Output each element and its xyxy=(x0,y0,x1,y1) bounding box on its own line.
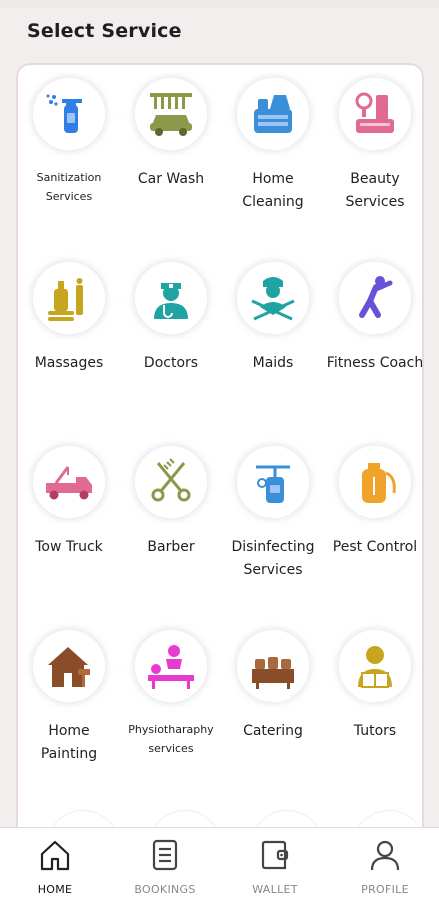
bookings-icon xyxy=(152,839,178,871)
service-barber[interactable]: Barber xyxy=(120,433,222,613)
spray-bottle-icon xyxy=(32,77,106,151)
nav-bookings-label: BOOKINGS xyxy=(134,883,196,896)
sprayer-icon xyxy=(236,445,310,519)
nav-home[interactable]: HOME xyxy=(0,828,110,901)
fitness-icon xyxy=(338,261,412,335)
service-catering[interactable]: Catering xyxy=(222,617,324,797)
page-title: Select Service xyxy=(27,20,182,42)
car-wash-icon xyxy=(134,77,208,151)
service-label: Doctors xyxy=(143,355,199,371)
service-home-painting[interactable]: Home Painting xyxy=(18,617,120,797)
bottom-navigation: HOME BOOKINGS WALLET PROFILE xyxy=(0,827,439,901)
service-label: Barber xyxy=(147,539,195,555)
cleaning-supplies-icon xyxy=(236,77,310,151)
service-label: Pest Control xyxy=(332,539,418,555)
status-bar-band xyxy=(0,0,439,8)
service-label: Tutors xyxy=(353,723,397,739)
service-sanitization[interactable]: Sanitization Services xyxy=(18,65,120,245)
tutor-icon xyxy=(338,629,412,703)
services-card: Sanitization Services Car Wash Home Clea… xyxy=(16,63,424,863)
nav-profile[interactable]: PROFILE xyxy=(330,828,439,901)
profile-icon xyxy=(370,840,400,871)
makeup-icon xyxy=(338,77,412,151)
physiotherapy-icon xyxy=(134,629,208,703)
service-pest-control[interactable]: Pest Control xyxy=(324,433,422,613)
tow-truck-icon xyxy=(32,445,106,519)
service-label: Home Painting xyxy=(40,723,98,762)
service-label: Catering xyxy=(243,723,303,739)
nav-profile-label: PROFILE xyxy=(361,883,409,896)
service-label: Maids xyxy=(252,355,294,371)
paint-house-icon xyxy=(32,629,106,703)
massage-oil-icon xyxy=(32,261,106,335)
nav-home-label: HOME xyxy=(37,883,73,896)
maid-icon xyxy=(236,261,310,335)
service-physiotherapy[interactable]: Physiotharaphy services xyxy=(120,617,222,797)
service-label: Physiotharaphy services xyxy=(128,723,214,755)
wallet-icon xyxy=(261,840,289,870)
service-home-cleaning[interactable]: Home Cleaning xyxy=(222,65,324,245)
service-label: Tow Truck xyxy=(35,539,103,555)
service-fitness[interactable]: Fitness Coach xyxy=(324,249,424,429)
service-tutors[interactable]: Tutors xyxy=(324,617,422,797)
service-label: Car Wash xyxy=(137,171,205,187)
service-car-wash[interactable]: Car Wash xyxy=(120,65,222,245)
service-beauty[interactable]: Beauty Services xyxy=(324,65,422,245)
catering-icon xyxy=(236,629,310,703)
scissors-comb-icon xyxy=(134,445,208,519)
doctor-icon xyxy=(134,261,208,335)
nav-wallet[interactable]: WALLET xyxy=(220,828,330,901)
service-label: Disinfecting Services xyxy=(231,539,315,578)
service-massages[interactable]: Massages xyxy=(18,249,120,429)
pest-sprayer-icon xyxy=(338,445,412,519)
service-label: Beauty Services xyxy=(345,171,405,210)
service-label: Sanitization Services xyxy=(36,171,102,203)
service-label: Fitness Coach xyxy=(326,355,424,371)
home-icon xyxy=(40,840,70,871)
service-doctors[interactable]: Doctors xyxy=(120,249,222,429)
service-disinfecting[interactable]: Disinfecting Services xyxy=(222,433,324,613)
nav-bookings[interactable]: BOOKINGS xyxy=(110,828,220,901)
nav-wallet-label: WALLET xyxy=(252,883,298,896)
service-label: Home Cleaning xyxy=(242,171,304,210)
service-label: Massages xyxy=(34,355,104,371)
service-maids[interactable]: Maids xyxy=(222,249,324,429)
service-tow-truck[interactable]: Tow Truck xyxy=(18,433,120,613)
